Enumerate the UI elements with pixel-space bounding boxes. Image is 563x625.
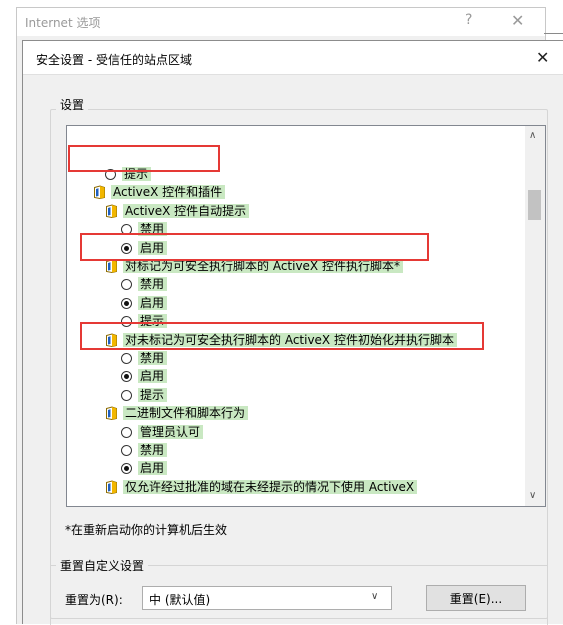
outer-titlebar: Internet 选项 ? ✕ (17, 8, 545, 36)
radio-unchecked-icon[interactable] (121, 224, 132, 235)
tree-item-label: 启用 (138, 241, 168, 255)
tree-radio-option[interactable]: 禁用 (121, 441, 168, 459)
scrollbar-thumb[interactable] (528, 190, 541, 220)
settings-folder-icon (105, 406, 118, 420)
tree-folder-item[interactable]: 二进制文件和脚本行为 (105, 404, 249, 422)
radio-unchecked-icon[interactable] (121, 316, 132, 327)
tree-item-label: 启用 (138, 296, 168, 310)
radio-unchecked-icon[interactable] (121, 353, 132, 364)
tree-radio-option[interactable]: 提示 (121, 386, 168, 404)
tree-radio-option[interactable]: 禁用 (121, 220, 168, 238)
tree-item-label: 启用 (138, 461, 168, 475)
radio-checked-icon[interactable] (121, 298, 132, 309)
radio-unchecked-icon[interactable] (121, 427, 132, 438)
reset-level-select[interactable]: 中 (默认值) ∨ (142, 586, 392, 610)
tree-item-label: 禁用 (138, 277, 168, 291)
settings-folder-icon (105, 259, 118, 273)
tree-radio-option[interactable]: 启用 (121, 367, 168, 385)
tree-radio-option[interactable]: 启用 (121, 459, 168, 477)
tree-folder-item[interactable]: 仅允许经过批准的域在未经提示的情况下使用 ActiveX (105, 478, 418, 496)
settings-folder-icon (105, 204, 118, 218)
outer-close-button[interactable]: ✕ (511, 11, 524, 30)
radio-checked-icon[interactable] (121, 371, 132, 382)
restart-note: *在重新启动你的计算机后生效 (65, 523, 228, 537)
radio-unchecked-icon[interactable] (121, 390, 132, 401)
tree-item-label: 二进制文件和脚本行为 (123, 406, 249, 420)
reset-level-value: 中 (默认值) (149, 593, 211, 607)
tree-item-label: 启用 (138, 369, 168, 383)
tree-item-label: 管理员认可 (138, 425, 204, 439)
reset-button[interactable]: 重置(E)... (426, 585, 526, 611)
tree-folder-item[interactable]: ActiveX 控件和插件 (93, 183, 226, 201)
tree-item-label: 对标记为可安全执行脚本的 ActiveX 控件执行脚本* (123, 259, 403, 273)
radio-checked-icon[interactable] (121, 463, 132, 474)
settings-folder-icon (93, 185, 106, 199)
tree-radio-option[interactable]: 管理员认可 (121, 423, 204, 441)
tree-radio-option[interactable]: 启用 (121, 294, 168, 312)
background-edge-line (544, 33, 563, 34)
security-settings-dialog: 安全设置 - 受信任的站点区域 ✕ 设置 提示 ActiveX 控件和插件 Acti… (22, 40, 563, 625)
tree-radio-option[interactable]: 禁用 (121, 275, 168, 293)
tree-item-label: ActiveX 控件自动提示 (123, 204, 250, 218)
tree-folder-item[interactable]: 对标记为可安全执行脚本的 ActiveX 控件执行脚本* (105, 257, 403, 275)
dialog-titlebar: 安全设置 - 受信任的站点区域 ✕ (23, 41, 563, 75)
reset-group-label: 重置自定义设置 (56, 557, 149, 574)
dialog-title: 安全设置 - 受信任的站点区域 (36, 53, 192, 67)
tree-item-label: 提示 (138, 388, 168, 402)
tree-item-label: ActiveX 控件和插件 (111, 185, 226, 199)
settings-group-label: 设置 (56, 96, 89, 113)
scroll-down-arrow-icon[interactable]: ∨ (529, 490, 536, 501)
tree-folder-item[interactable]: ActiveX 控件自动提示 (105, 202, 250, 220)
scroll-up-arrow-icon[interactable]: ∧ (529, 130, 536, 141)
tree-folder-item[interactable]: 对未标记为可安全执行脚本的 ActiveX 控件初始化并执行脚本 (105, 331, 457, 349)
radio-unchecked-icon[interactable] (105, 169, 116, 180)
reset-to-label: 重置为(R): (65, 593, 123, 607)
tree-item-label: 提示 (122, 167, 152, 181)
settings-tree-viewport: 提示 ActiveX 控件和插件 ActiveX 控件自动提示 禁用 启用 对标记为可安全… (67, 126, 525, 506)
radio-unchecked-icon[interactable] (121, 445, 132, 456)
tree-radio-option[interactable]: 提示 (121, 312, 168, 330)
tree-radio-option[interactable]: 禁用 (121, 349, 168, 367)
tree-item-label: 仅允许经过批准的域在未经提示的情况下使用 ActiveX (123, 480, 418, 494)
radio-checked-icon[interactable] (121, 243, 132, 254)
tree-item-label: 禁用 (138, 351, 168, 365)
vertical-scrollbar[interactable]: ∧ ∨ (525, 126, 545, 506)
tree-item-label: 禁用 (138, 222, 168, 236)
tree-item-label: 禁用 (138, 443, 168, 457)
settings-tree[interactable]: 提示 ActiveX 控件和插件 ActiveX 控件自动提示 禁用 启用 对标记为可安全… (66, 125, 546, 507)
radio-unchecked-icon[interactable] (121, 279, 132, 290)
outer-window-title: Internet 选项 (25, 16, 101, 30)
tree-item-label: 提示 (138, 314, 168, 328)
tree-item-label: 对未标记为可安全执行脚本的 ActiveX 控件初始化并执行脚本 (123, 333, 457, 347)
help-button[interactable]: ? (465, 12, 472, 28)
settings-folder-icon (105, 480, 118, 494)
tree-radio-option[interactable]: 启用 (121, 239, 168, 257)
chevron-down-icon: ∨ (371, 591, 379, 602)
tree-radio-option[interactable]: 提示 (105, 165, 152, 183)
dialog-close-button[interactable]: ✕ (536, 48, 549, 67)
settings-folder-icon (105, 333, 118, 347)
